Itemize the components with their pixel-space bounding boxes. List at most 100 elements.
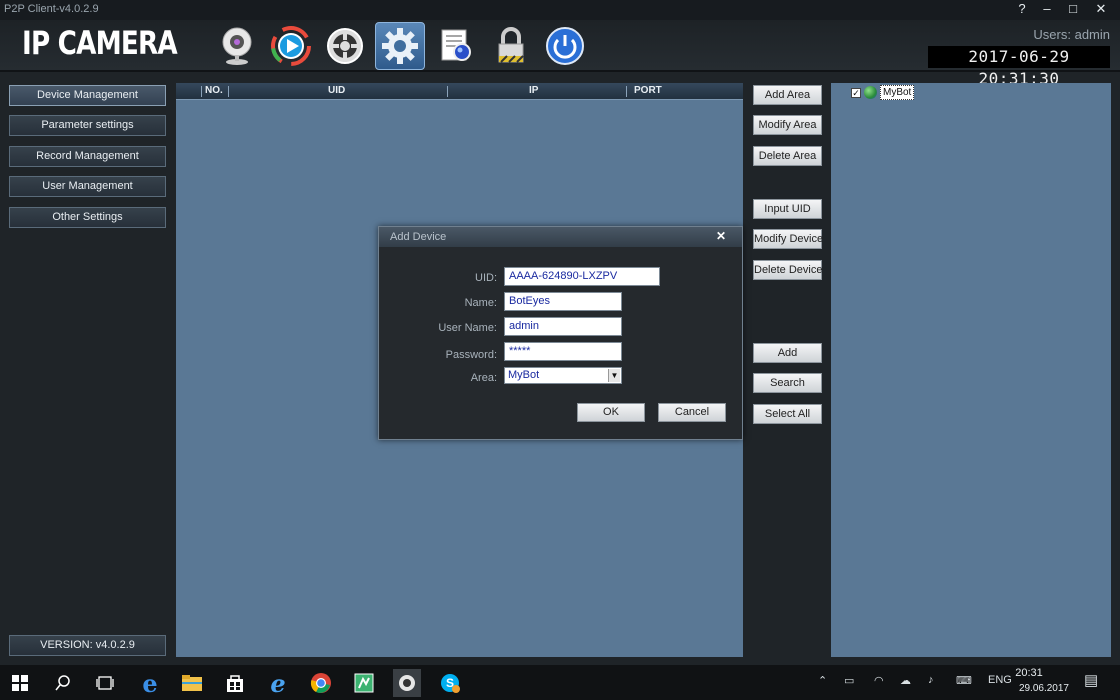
area-tree-panel: ✓ MyBot [831,83,1111,657]
ptz-wheel-icon [327,28,363,64]
column-header-no[interactable]: NO. [205,85,223,96]
title-bar: P2P Client-v4.0.2.9 ? – □ ✕ [0,0,1120,20]
power-icon [546,27,584,65]
column-separator [626,86,627,97]
edge-icon: e [142,668,158,698]
nav-user-management[interactable]: User Management [9,176,166,197]
app-title: P2P Client-v4.0.2.9 [4,3,99,15]
column-header-port[interactable]: PORT [634,85,662,96]
modify-device-button[interactable]: Modify Device [753,229,823,249]
close-button[interactable]: ✕ [1088,0,1114,20]
minimize-button[interactable]: – [1034,0,1060,20]
skype-icon: S [441,674,460,693]
taskbar-edge[interactable]: e [136,668,164,698]
webcam-icon [399,675,415,691]
add-area-button[interactable]: Add Area [753,85,822,105]
taskbar-skype[interactable]: S [436,669,464,697]
delete-device-button[interactable]: Delete Device [753,260,822,280]
taskbar-file-explorer[interactable] [178,669,206,697]
taskbar-clock-time[interactable]: 20:31 [999,667,1059,679]
maximize-button[interactable]: □ [1060,0,1086,20]
area-select-value: MyBot [508,369,540,381]
name-label: Name: [464,297,497,309]
column-header-ip[interactable]: IP [529,85,538,96]
column-header-uid[interactable]: UID [328,85,345,96]
lock-icon [498,27,524,63]
notification-icon[interactable]: ▤ [1084,671,1098,689]
tree-item-label[interactable]: MyBot [880,85,915,100]
show-hidden-icons[interactable]: ⌃ [818,674,827,687]
store-icon [227,675,243,692]
webcam-icon [222,27,252,65]
settings-tool-button[interactable] [375,22,425,70]
select-all-button[interactable]: Select All [753,404,822,424]
taskbar-chrome[interactable] [307,669,335,697]
internet-explorer-icon: e [270,668,286,698]
version-label: VERSION: v4.0.2.9 [9,635,166,656]
windows-icon [12,675,28,691]
password-label: Password: [445,349,497,361]
gear-icon [382,28,418,64]
taskbar-internet-explorer[interactable]: e [264,668,292,698]
delete-area-button[interactable]: Delete Area [753,146,822,166]
volume-icon[interactable]: ♪ [928,674,934,686]
device-icon[interactable]: ▭ [844,674,854,687]
nav-record-management[interactable]: Record Management [9,146,166,167]
nav-device-management[interactable]: Device Management [9,85,166,106]
taskbar-maps[interactable] [350,669,378,697]
onedrive-icon[interactable]: ☁ [900,674,911,687]
area-select[interactable]: MyBot ▼ [504,367,622,384]
search-icon [55,675,70,691]
power-tool-button[interactable] [540,22,590,70]
play-icon [271,26,311,66]
task-view-icon [96,676,114,690]
username-label: User Name: [438,322,497,334]
search-button[interactable]: Search [753,373,822,393]
input-uid-button[interactable]: Input UID [753,199,822,219]
table-header: NO. UID IP PORT [176,83,743,100]
lock-tool-button[interactable] [486,22,536,70]
keyboard-icon[interactable]: ⌨ [956,674,972,687]
column-separator [447,86,448,97]
username-field[interactable]: admin [504,317,622,336]
log-tool-button[interactable] [431,22,481,70]
chrome-icon [310,673,331,693]
taskbar-clock-date[interactable]: 29.06.2017 [1019,683,1069,694]
dropdown-arrow-icon[interactable]: ▼ [608,369,620,382]
start-button[interactable] [6,669,34,697]
taskbar-ip-camera[interactable] [393,669,421,697]
taskbar-search-button[interactable] [49,669,77,697]
current-user: Users: admin [1033,27,1110,42]
nav-other-settings[interactable]: Other Settings [9,207,166,228]
dialog-close-button[interactable]: ✕ [708,228,734,244]
folder-icon [182,675,202,691]
password-field[interactable]: ***** [504,342,622,361]
app-logo: IP CAMERA [22,24,178,62]
nav-parameter-settings[interactable]: Parameter settings [9,115,166,136]
help-button[interactable]: ? [1009,0,1035,20]
playback-tool-button[interactable] [266,22,316,70]
uid-label: UID: [475,272,497,284]
maps-icon [354,673,374,693]
taskbar-store[interactable] [221,669,249,697]
dialog-titlebar[interactable]: Add Device ✕ [379,227,742,247]
add-device-dialog: Add Device ✕ UID: AAAA-624890-LXZPV Name… [378,226,743,440]
document-search-icon [441,29,471,61]
camera-tool-button[interactable] [212,22,262,70]
tree-item-mybot[interactable]: ✓ MyBot [851,85,915,100]
modify-area-button[interactable]: Modify Area [753,115,822,135]
cancel-button[interactable]: Cancel [658,403,726,422]
dialog-title: Add Device [390,231,447,243]
globe-icon [864,86,877,99]
add-button[interactable]: Add [753,343,822,363]
header-toolbar: IP CAMERA Users: admin 2017-06-29 20:31:… [0,20,1120,88]
column-separator [228,86,229,97]
task-view-button[interactable] [91,669,119,697]
wifi-icon[interactable]: ◠ [874,674,884,687]
area-label: Area: [470,372,497,384]
ok-button[interactable]: OK [577,403,645,422]
tree-item-checkbox[interactable]: ✓ [851,87,861,98]
ptz-tool-button[interactable] [320,22,370,70]
uid-field[interactable]: AAAA-624890-LXZPV [504,267,660,286]
name-field[interactable]: BotEyes [504,292,622,311]
